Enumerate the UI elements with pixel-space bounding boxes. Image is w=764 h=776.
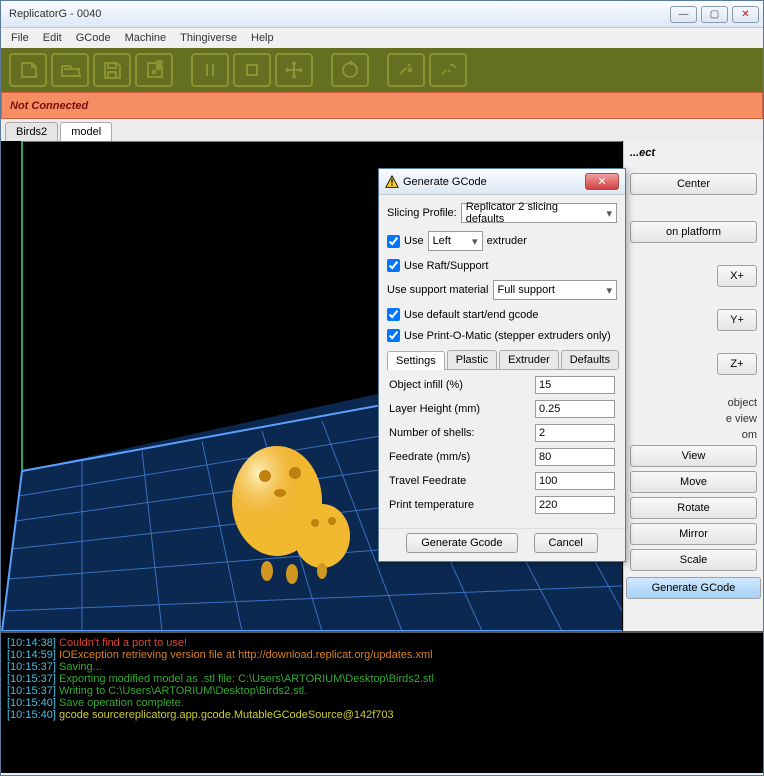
z-plus-button[interactable]: Z+: [717, 353, 757, 375]
cancel-button[interactable]: Cancel: [534, 533, 598, 553]
menu-edit[interactable]: Edit: [37, 30, 68, 46]
slicing-profile-label: Slicing Profile:: [387, 207, 457, 219]
reset-icon[interactable]: [331, 53, 369, 87]
dialog-close-button[interactable]: ✕: [585, 173, 619, 190]
travel-feedrate-input[interactable]: [535, 472, 615, 490]
rotate-button[interactable]: Rotate: [630, 497, 757, 519]
window-titlebar: ReplicatorG - 0040 — ▢ ✕: [1, 1, 763, 28]
x-plus-button[interactable]: X+: [717, 265, 757, 287]
generate-gcode-icon[interactable]: g: [135, 53, 173, 87]
layer-height-input[interactable]: [535, 400, 615, 418]
tab-settings[interactable]: Settings: [387, 351, 445, 370]
svg-text:!: !: [390, 177, 393, 188]
infill-input[interactable]: [535, 376, 615, 394]
disconnect-icon[interactable]: [429, 53, 467, 87]
center-button[interactable]: Center: [630, 173, 757, 195]
print-o-matic-checkbox[interactable]: [387, 329, 400, 342]
connect-icon[interactable]: [387, 53, 425, 87]
layer-height-label: Layer Height (mm): [389, 403, 531, 415]
default-gcode-checkbox[interactable]: [387, 308, 400, 321]
print-o-matic-label: Use Print-O-Matic (stepper extruders onl…: [404, 330, 611, 342]
new-icon[interactable]: [9, 53, 47, 87]
feedrate-label: Feedrate (mm/s): [389, 451, 531, 463]
mirror-button[interactable]: Mirror: [630, 523, 757, 545]
on-platform-button[interactable]: on platform: [630, 221, 757, 243]
stop-icon[interactable]: [233, 53, 271, 87]
shells-label: Number of shells:: [389, 427, 531, 439]
generate-gcode-dialog: ! Generate GCode ✕ Slicing Profile: Repl…: [378, 168, 626, 562]
infill-label: Object infill (%): [389, 379, 531, 391]
document-tabs: Birds2 model: [1, 119, 763, 141]
use-label: Use: [404, 235, 424, 247]
menu-bar: File Edit GCode Machine Thingiverse Help: [1, 28, 763, 48]
slicing-profile-select[interactable]: Replicator 2 slicing defaults: [461, 203, 617, 223]
menu-file[interactable]: File: [5, 30, 35, 46]
menu-machine[interactable]: Machine: [119, 30, 173, 46]
move-button[interactable]: Move: [630, 471, 757, 493]
dialog-title: Generate GCode: [403, 176, 487, 188]
menu-help[interactable]: Help: [245, 30, 280, 46]
move-panel-icon[interactable]: [275, 53, 313, 87]
pause-icon[interactable]: [191, 53, 229, 87]
sidebar-title: ...ect: [630, 147, 757, 159]
warning-icon: !: [385, 175, 399, 189]
hint-view: e view: [630, 413, 757, 425]
open-icon[interactable]: [51, 53, 89, 87]
generate-gcode-confirm-button[interactable]: Generate Gcode: [406, 533, 517, 553]
tab-birds2[interactable]: Birds2: [5, 122, 58, 141]
console-log: [10:14:38] Couldn't find a port to use![…: [1, 631, 763, 773]
extruder-side-select[interactable]: Left: [428, 231, 483, 251]
hint-om: om: [630, 429, 757, 441]
use-extruder-checkbox[interactable]: [387, 235, 400, 248]
hint-object: object: [630, 397, 757, 409]
print-temp-label: Print temperature: [389, 499, 531, 511]
support-material-label: Use support material: [387, 284, 489, 296]
tab-plastic[interactable]: Plastic: [447, 350, 497, 369]
connection-status: Not Connected: [1, 92, 763, 119]
menu-thingiverse[interactable]: Thingiverse: [174, 30, 243, 46]
tab-defaults[interactable]: Defaults: [561, 350, 619, 369]
app-title: ReplicatorG - 0040: [9, 8, 101, 20]
minimize-button[interactable]: —: [670, 6, 697, 23]
use-raft-checkbox[interactable]: [387, 259, 400, 272]
svg-text:g: g: [156, 58, 162, 70]
extruder-suffix: extruder: [487, 235, 527, 247]
support-material-select[interactable]: Full support: [493, 280, 618, 300]
y-plus-button[interactable]: Y+: [717, 309, 757, 331]
print-temp-input[interactable]: [535, 496, 615, 514]
generate-gcode-button[interactable]: Generate GCode: [626, 577, 761, 599]
shells-input[interactable]: [535, 424, 615, 442]
toolbar: g: [1, 48, 763, 92]
feedrate-input[interactable]: [535, 448, 615, 466]
travel-feedrate-label: Travel Feedrate: [389, 475, 531, 487]
save-icon[interactable]: [93, 53, 131, 87]
maximize-button[interactable]: ▢: [701, 6, 728, 23]
tab-extruder[interactable]: Extruder: [499, 350, 559, 369]
object-sidebar: ...ect Center on platform X+ Y+ Z+ objec…: [623, 141, 763, 631]
scale-button[interactable]: Scale: [630, 549, 757, 571]
close-button[interactable]: ✕: [732, 6, 759, 23]
view-button[interactable]: View: [630, 445, 757, 467]
use-raft-label: Use Raft/Support: [404, 260, 488, 272]
tab-model[interactable]: model: [60, 122, 112, 141]
default-gcode-label: Use default start/end gcode: [404, 309, 539, 321]
menu-gcode[interactable]: GCode: [70, 30, 117, 46]
